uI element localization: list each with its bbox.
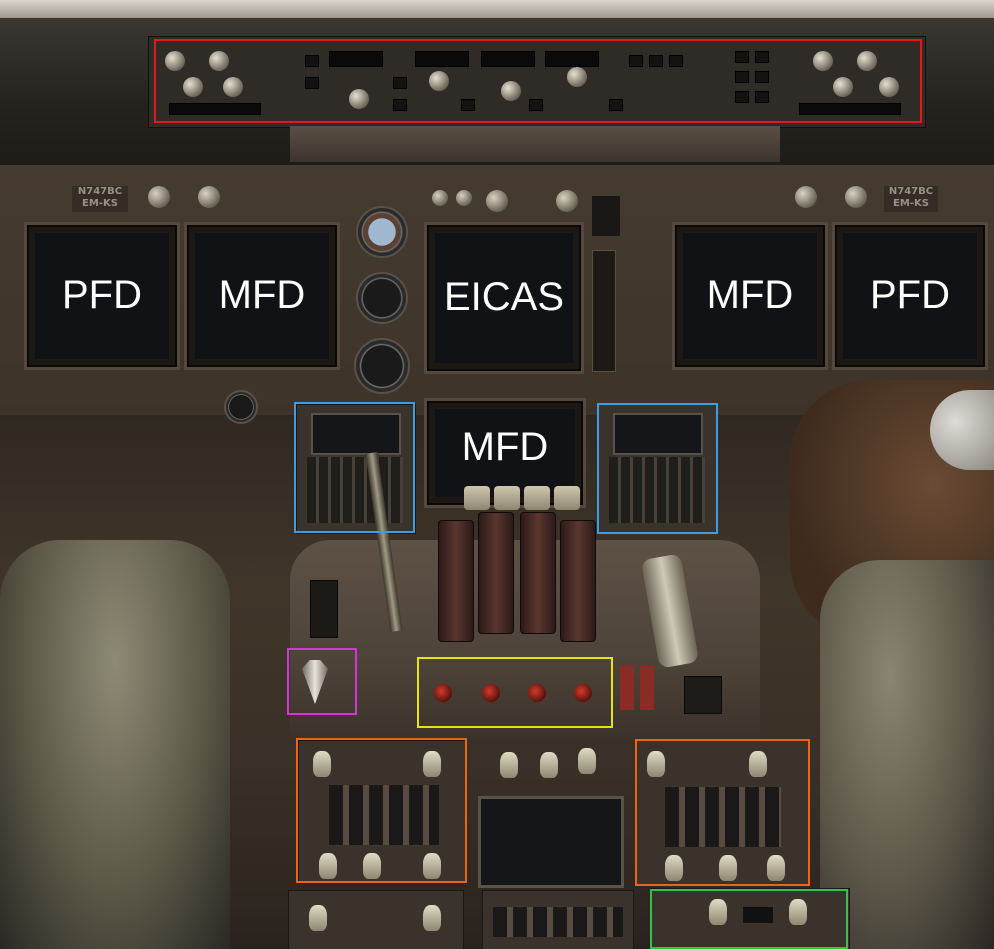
- highlight-alternate-flaps: [287, 648, 357, 715]
- clock-gauge: [224, 390, 258, 424]
- highlight-mcp: [154, 39, 922, 123]
- mfd-left-display: MFD: [184, 222, 340, 370]
- autobrake-panel[interactable]: [592, 196, 620, 236]
- brightness-knob[interactable]: [456, 190, 472, 206]
- brightness-knob[interactable]: [198, 186, 220, 208]
- standby-altimeter: [356, 272, 408, 324]
- stab-trim-indicator: [310, 580, 338, 638]
- highlight-radio-left: [296, 738, 467, 883]
- registration-plaque-right: N747BC EM-KS: [884, 186, 938, 212]
- thrust-lever[interactable]: [520, 512, 556, 634]
- fire-handle[interactable]: [620, 666, 634, 710]
- cockpit-view: N747BC EM-KS N747BC EM-KS PFD MFD EICAS …: [0, 0, 994, 949]
- audio-panel-center[interactable]: [482, 890, 634, 949]
- mfd-lower-label: MFD: [461, 425, 549, 469]
- thrust-lever-grip[interactable]: [494, 486, 520, 510]
- brightness-knob[interactable]: [432, 190, 448, 206]
- thrust-lever-grip[interactable]: [524, 486, 550, 510]
- audio-knob[interactable]: [423, 905, 441, 931]
- registration-plaque-left: N747BC EM-KS: [72, 186, 128, 212]
- thrust-lever-grip[interactable]: [554, 486, 580, 510]
- pedestal-knob[interactable]: [540, 752, 558, 778]
- pedestal-knob[interactable]: [500, 752, 518, 778]
- pfd-right-display: PFD: [832, 222, 988, 370]
- thrust-lever[interactable]: [560, 520, 596, 642]
- thrust-lever[interactable]: [438, 520, 474, 642]
- audio-keypad[interactable]: [493, 907, 623, 937]
- gear-lever-slot: [592, 250, 616, 372]
- mfd-right-label: MFD: [706, 273, 794, 317]
- eicas-label: EICAS: [443, 275, 565, 319]
- brightness-knob[interactable]: [148, 186, 170, 208]
- cdu-center-screen: [478, 796, 624, 888]
- mfd-left-label: MFD: [218, 273, 306, 317]
- parking-brake-switch[interactable]: [684, 676, 722, 714]
- brightness-knob[interactable]: [795, 186, 817, 208]
- eicas-display: EICAS: [424, 222, 584, 374]
- mfd-right-display: MFD: [672, 222, 828, 370]
- standby-airspeed-indicator: [354, 338, 410, 394]
- highlight-fuel-control: [417, 657, 613, 728]
- glareshield-lip: [290, 126, 780, 162]
- pfd-left-label: PFD: [62, 273, 142, 317]
- pedestal-knob[interactable]: [578, 748, 596, 774]
- standby-attitude-indicator: [356, 206, 408, 258]
- highlight-radio-right: [635, 739, 810, 886]
- pfd-left-display: PFD: [24, 222, 180, 370]
- brightness-knob[interactable]: [845, 186, 867, 208]
- thrust-lever[interactable]: [478, 512, 514, 634]
- highlight-cdu-left: [294, 402, 415, 533]
- captain-seat: [0, 540, 230, 949]
- thrust-lever-grip[interactable]: [464, 486, 490, 510]
- audio-panel-left[interactable]: [288, 890, 464, 949]
- audio-knob[interactable]: [309, 905, 327, 931]
- pfd-right-label: PFD: [870, 273, 950, 317]
- highlight-cdu-right: [597, 403, 718, 534]
- brightness-knob[interactable]: [486, 190, 508, 212]
- highlight-transponder: [650, 889, 848, 949]
- fire-handle[interactable]: [640, 666, 654, 710]
- brightness-knob[interactable]: [556, 190, 578, 212]
